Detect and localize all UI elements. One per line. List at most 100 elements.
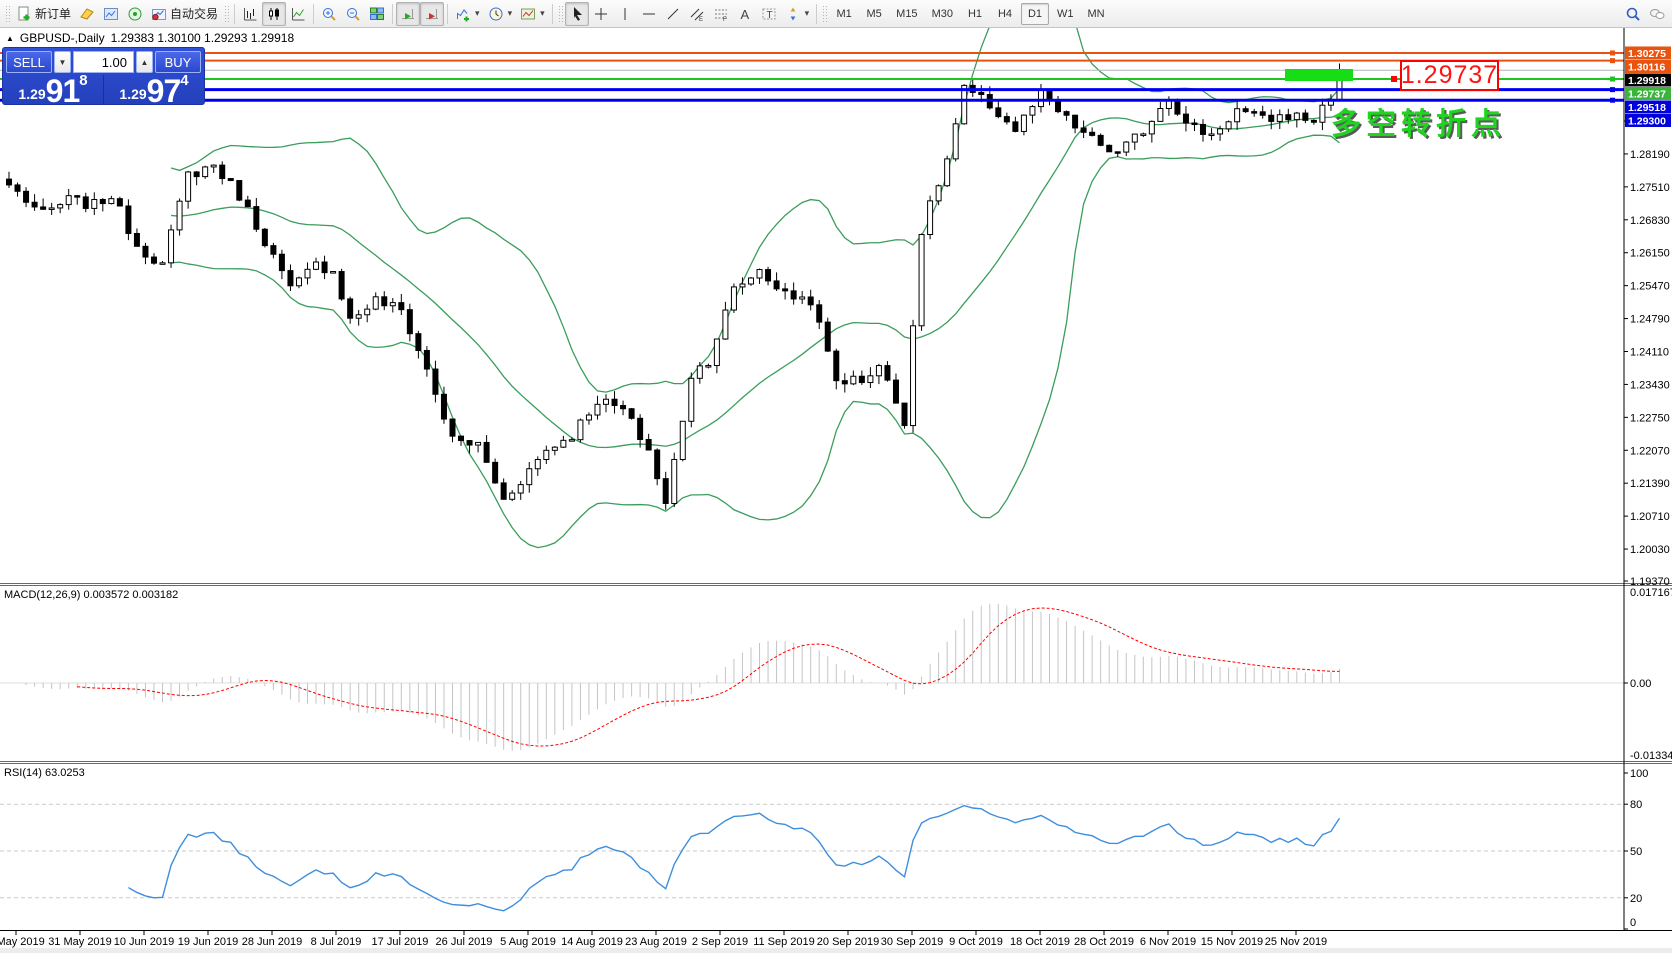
y-axis-tick-label: 1.28190 [1630,149,1670,161]
volume-input[interactable]: 1.00 [73,51,134,73]
arrows-menu-button[interactable]: ▾ [781,2,814,26]
channel-button[interactable]: E [685,2,709,26]
volume-down-button[interactable]: ▼ [54,51,71,73]
toolbar-separator [552,4,553,24]
line-chart-button[interactable] [286,2,310,26]
chart-window-icon [103,6,119,22]
candlestick-chart-button[interactable] [262,2,286,26]
buy-price[interactable]: 1.29 97 4 [104,75,204,105]
sell-button[interactable]: SELL [6,51,52,73]
candle-body [586,415,591,420]
crosshair-button[interactable] [589,2,613,26]
price-level-label: 1.30275 [1628,48,1666,60]
date-axis-label: 2 Sep 2019 [692,936,748,948]
macd-indicator-label: MACD(12,26,9) 0.003572 0.003182 [4,589,178,601]
y-axis-tick-label: 1.20030 [1630,544,1670,556]
candle-body [766,270,771,281]
timeframe-m5[interactable]: M5 [860,3,888,25]
group-drag-handle[interactable] [224,5,229,23]
buy-button[interactable]: BUY [155,51,201,73]
candle-body [322,262,327,273]
buy-price-main: 1.29 [119,86,146,102]
sell-price-main: 1.29 [18,86,45,102]
candle-body [160,263,165,265]
sell-price[interactable]: 1.29 91 8 [3,75,104,105]
new-order-button[interactable]: 新订单 [12,2,75,26]
text-button[interactable]: A [733,2,757,26]
highlight-rectangle-object[interactable] [1285,69,1353,81]
dropdown-caret-icon: ▾ [508,8,513,19]
candle-body [851,376,856,384]
cursor-button[interactable] [565,2,589,26]
candle-body [151,257,156,263]
date-axis-label: 17 Jul 2019 [372,936,429,948]
volume-up-button[interactable]: ▲ [136,51,153,73]
market-watch-button[interactable] [123,2,147,26]
horizontal-line-button[interactable] [637,2,661,26]
auto-scroll-icon [400,6,416,22]
price-callout-box[interactable]: 1.29737 [1400,60,1499,91]
timeframe-h4[interactable]: H4 [991,3,1019,25]
tile-windows-button[interactable] [365,2,389,26]
candle-body [365,309,370,315]
candle-body [1004,117,1009,122]
ticket-icon [79,6,95,22]
bollinger-lower-band [171,135,1339,547]
candle-body [757,270,762,278]
level-line-handle [1610,77,1615,82]
chart-shift-button[interactable] [420,2,444,26]
one-click-trading-panel: SELL ▼ 1.00 ▲ BUY 1.29 91 8 1.29 97 4 [2,47,205,105]
price-alert-button[interactable] [75,2,99,26]
candle-body [203,167,208,177]
candle-body [83,197,88,209]
toolbar-drag-handle[interactable] [5,5,10,23]
candle-body [783,289,788,291]
timeframe-m30[interactable]: M30 [926,3,959,25]
turning-point-note[interactable]: 多空转折点 [1331,99,1506,143]
candle-body [1286,115,1291,120]
trendline-button[interactable] [661,2,685,26]
timeframe-d1[interactable]: D1 [1021,3,1049,25]
candle-body [1226,122,1231,129]
zoom-in-button[interactable] [317,2,341,26]
templates-menu-button[interactable]: ▾ [516,2,549,26]
indicators-menu-button[interactable]: ▾ [451,2,484,26]
candle-body [552,447,557,450]
price-level-label: 1.29737 [1628,88,1666,100]
bar-chart-button[interactable] [238,2,262,26]
level-line-handle [1610,50,1615,55]
vertical-line-icon [617,6,633,22]
timeframe-h1[interactable]: H1 [961,3,989,25]
candle-body [169,230,174,263]
date-axis-label: 23 Aug 2019 [625,936,687,948]
group-drag-handle[interactable] [558,5,563,23]
candle-body [714,339,719,366]
candle-body [1277,115,1282,122]
fibonacci-icon: F [713,6,729,22]
candle-body [808,297,813,305]
timeframe-w1[interactable]: W1 [1051,3,1080,25]
callout-anchor-marker[interactable] [1391,76,1397,82]
text-label-button[interactable]: T [757,2,781,26]
timeframe-m15[interactable]: M15 [890,3,923,25]
profile-button[interactable] [99,2,123,26]
candle-body [109,199,114,204]
auto-trading-button[interactable]: 自动交易 [147,2,222,26]
timeframe-mn[interactable]: MN [1081,3,1110,25]
chat-button[interactable] [1645,2,1669,26]
periods-menu-button[interactable]: ▾ [484,2,517,26]
timeframe-m1[interactable]: M1 [830,3,858,25]
candle-body [228,179,233,181]
candle-body [876,366,881,376]
macd-signal-line [77,608,1339,746]
collapse-panel-icon[interactable]: ▲ [6,34,14,43]
fibonacci-button[interactable]: F [709,2,733,26]
vertical-line-button[interactable] [613,2,637,26]
auto-scroll-button[interactable] [396,2,420,26]
candle-body [1235,109,1240,122]
zoom-out-button[interactable] [341,2,365,26]
search-button[interactable] [1621,2,1645,26]
candle-body [1209,134,1214,136]
group-drag-handle[interactable] [822,5,827,23]
candle-body [638,418,643,439]
